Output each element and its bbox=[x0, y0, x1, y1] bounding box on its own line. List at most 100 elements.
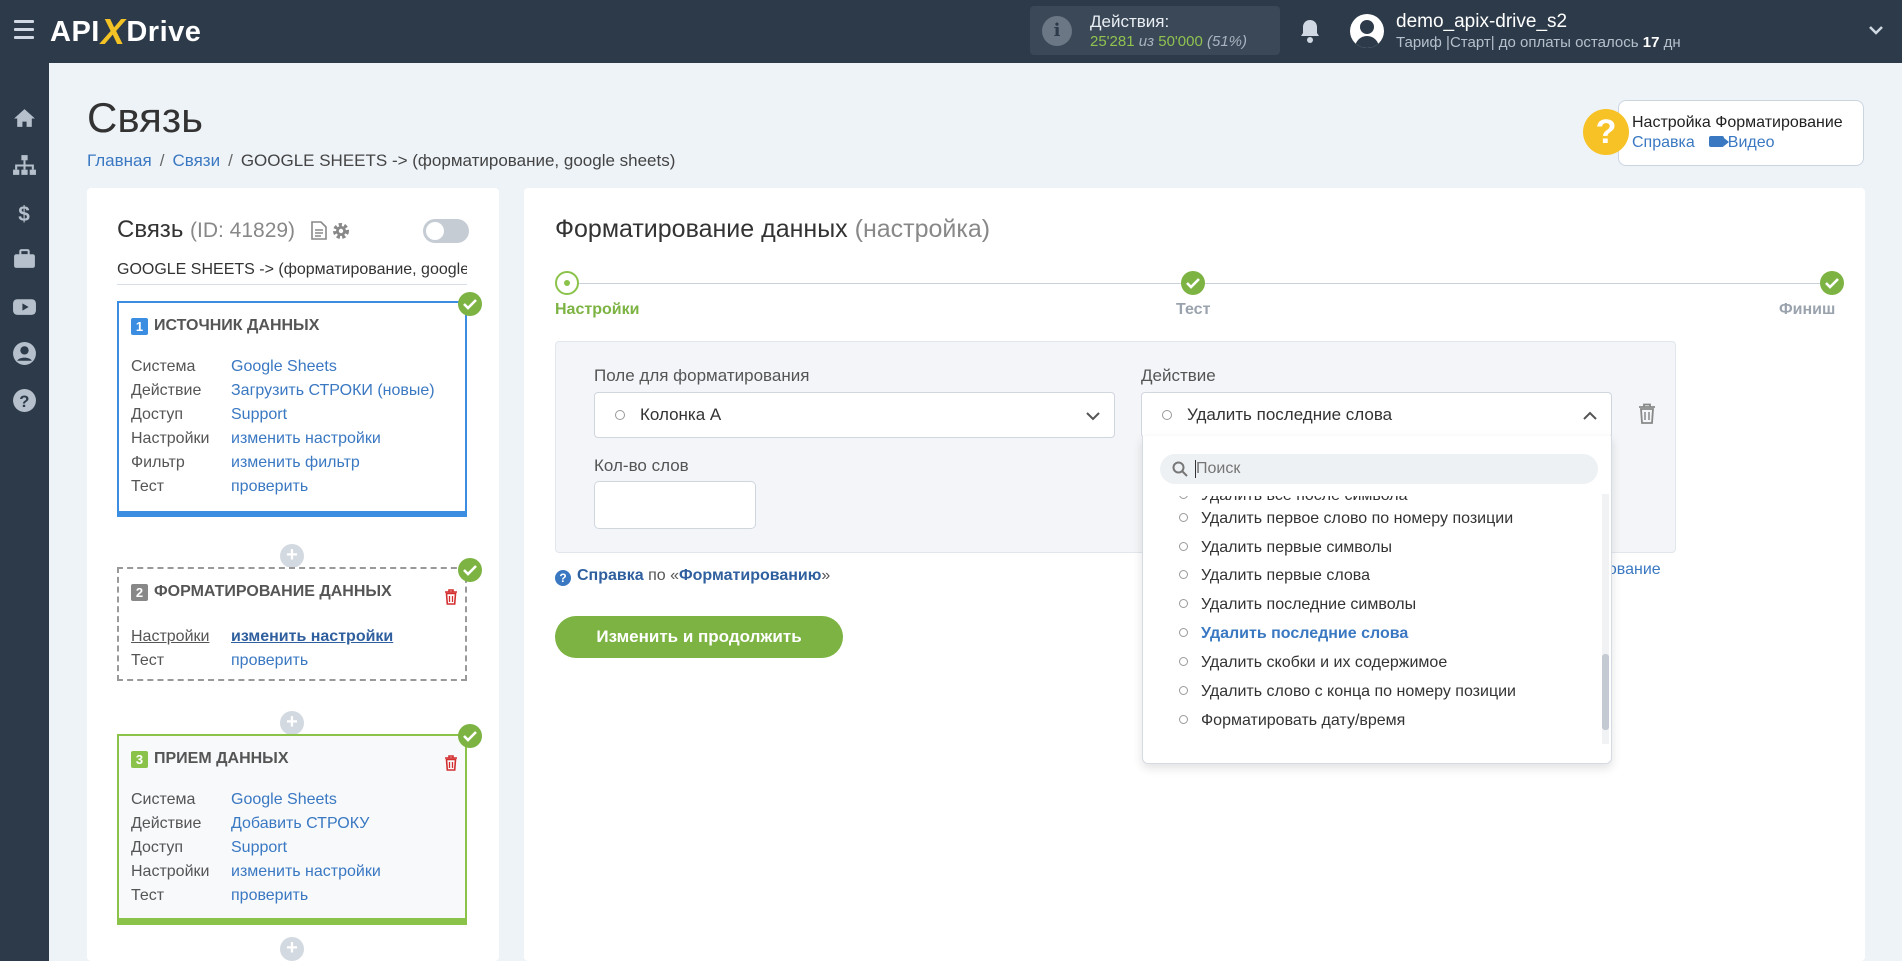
actions-total: 50'000 bbox=[1158, 33, 1203, 50]
trash-icon[interactable] bbox=[444, 755, 458, 771]
info-icon: i bbox=[1042, 16, 1072, 46]
actions-counter: i Действия: 25'281 из 50'000 (51%) bbox=[1030, 6, 1280, 55]
connection-panel: Связь (ID: 41829) GOOGLE SHEETS -> (форм… bbox=[87, 188, 499, 961]
dropdown-option[interactable]: Удалить скобки и их содержимое bbox=[1179, 651, 1447, 675]
target-settings-link[interactable]: изменить настройки bbox=[231, 860, 381, 884]
page-title: Связь bbox=[87, 94, 204, 141]
step-title: ПРИЕМ ДАННЫХ bbox=[154, 750, 289, 767]
progress-node-settings bbox=[555, 271, 579, 295]
trash-icon[interactable] bbox=[444, 589, 458, 605]
sitemap-icon[interactable] bbox=[12, 153, 37, 178]
format-test-link[interactable]: проверить bbox=[231, 649, 308, 673]
dropdown-option[interactable]: Удалить первые слова bbox=[1179, 564, 1370, 588]
dropdown-search[interactable] bbox=[1160, 454, 1598, 484]
logo-text-left: API bbox=[50, 15, 100, 48]
step-number: 3 bbox=[131, 750, 148, 768]
plan-days: 17 bbox=[1642, 34, 1660, 51]
help-box: Настройка Форматирование Справка Видео bbox=[1618, 100, 1864, 166]
target-action-link[interactable]: Добавить СТРОКУ bbox=[231, 812, 369, 836]
dollar-icon[interactable]: $ bbox=[12, 200, 37, 225]
avatar[interactable] bbox=[1350, 14, 1384, 48]
user-circle-icon[interactable] bbox=[12, 341, 37, 366]
dropdown-option-selected[interactable]: Удалить последние слова bbox=[1179, 622, 1408, 646]
top-bar: API X Drive i Действия: 25'281 из 50'000 (… bbox=[0, 0, 1902, 63]
target-check-icon bbox=[458, 724, 482, 748]
breadcrumb-home[interactable]: Главная bbox=[87, 151, 152, 170]
briefcase-icon[interactable] bbox=[12, 247, 37, 272]
step-row: Действие Добавить СТРОКУ bbox=[131, 812, 381, 836]
add-step-button[interactable]: + bbox=[280, 711, 304, 735]
document-icon[interactable] bbox=[311, 221, 327, 240]
field-select[interactable]: Колонка A bbox=[594, 392, 1115, 438]
source-action-link[interactable]: Загрузить СТРОКИ (новые) bbox=[231, 379, 435, 403]
dropdown-option[interactable]: Удалить последние символы bbox=[1179, 593, 1416, 617]
help-question-icon: ? bbox=[1583, 109, 1629, 155]
field-label: Поле для форматирования bbox=[594, 366, 810, 385]
source-filter-link[interactable]: изменить фильтр bbox=[231, 451, 360, 475]
home-icon[interactable] bbox=[12, 106, 37, 131]
format-step-card[interactable]: 2 ФОРМАТИРОВАНИЕ ДАННЫХ Настройки изменит… bbox=[117, 567, 467, 681]
target-system-link[interactable]: Google Sheets bbox=[231, 788, 337, 812]
step-number: 1 bbox=[131, 317, 148, 335]
action-dropdown: Удалить все после символа Удалить первое… bbox=[1142, 436, 1612, 764]
help-formatting-link[interactable]: Форматированию bbox=[679, 567, 821, 584]
logo-text-right: Drive bbox=[126, 15, 202, 48]
bell-icon[interactable] bbox=[1298, 18, 1322, 44]
connection-name[interactable]: GOOGLE SHEETS -> (форматирование, google… bbox=[117, 261, 467, 279]
plan-text: Тариф |Старт| до оплаты осталось bbox=[1396, 34, 1639, 51]
logo[interactable]: API X Drive bbox=[50, 11, 202, 52]
source-test-link[interactable]: проверить bbox=[231, 475, 308, 499]
source-access-link[interactable]: Support bbox=[231, 403, 287, 427]
video-link[interactable]: Видео bbox=[1728, 134, 1775, 151]
word-count-input[interactable] bbox=[594, 481, 756, 529]
help-prefix-link[interactable]: Справка bbox=[577, 567, 644, 584]
progress-label-finish: Финиш bbox=[1779, 301, 1836, 318]
youtube-icon[interactable] bbox=[12, 294, 37, 319]
add-step-button[interactable]: + bbox=[280, 937, 304, 961]
format-settings-link[interactable]: изменить настройки bbox=[231, 625, 393, 649]
chevron-down-icon[interactable] bbox=[1868, 22, 1884, 38]
help-link[interactable]: Справка bbox=[1632, 134, 1695, 151]
add-step-button[interactable]: + bbox=[280, 544, 304, 568]
connection-title-text: Связь bbox=[117, 216, 184, 243]
delete-rule-icon[interactable] bbox=[1638, 403, 1656, 425]
target-step-card[interactable]: 3 ПРИЕМ ДАННЫХ Система Google Sheets Дейс… bbox=[117, 734, 467, 925]
source-system-link[interactable]: Google Sheets bbox=[231, 355, 337, 379]
question-circle-icon[interactable]: ? bbox=[12, 388, 37, 413]
dropdown-option[interactable]: Удалить слово с конца по номеру позиции bbox=[1179, 680, 1516, 704]
gear-icon[interactable] bbox=[331, 221, 351, 241]
main-title: Форматирование данных (настройка) bbox=[555, 215, 991, 243]
scrollbar-thumb[interactable] bbox=[1602, 654, 1609, 730]
dropdown-option[interactable]: Удалить первые символы bbox=[1179, 536, 1392, 560]
actions-value: 25'281 из 50'000 (51%) bbox=[1090, 33, 1247, 50]
step-row: Доступ Support bbox=[131, 403, 435, 427]
save-continue-button[interactable]: Изменить и продолжить bbox=[555, 616, 843, 658]
target-access-link[interactable]: Support bbox=[231, 836, 287, 860]
breadcrumb-connections[interactable]: Связи bbox=[172, 151, 220, 170]
menu-icon[interactable] bbox=[14, 20, 34, 39]
source-step-header: 1 ИСТОЧНИК ДАННЫХ bbox=[131, 317, 319, 335]
action-select-value: Удалить последние слова bbox=[1187, 405, 1393, 424]
search-input[interactable] bbox=[1196, 456, 1586, 482]
question-circle-icon: ? bbox=[555, 570, 571, 586]
format-check-icon bbox=[458, 558, 482, 582]
breadcrumb-current: GOOGLE SHEETS -> (форматирование, google… bbox=[240, 151, 676, 170]
search-icon bbox=[1172, 461, 1188, 477]
option-list: Удалить все после символа Удалить первое… bbox=[1143, 496, 1601, 751]
step-row: Действие Загрузить СТРОКИ (новые) bbox=[131, 379, 435, 403]
source-step-card[interactable]: 1 ИСТОЧНИК ДАННЫХ Система Google Sheets Д… bbox=[117, 301, 467, 517]
actions-used: 25'281 bbox=[1090, 33, 1135, 50]
connection-title: Связь (ID: 41829) bbox=[117, 216, 295, 244]
source-settings-link[interactable]: изменить настройки bbox=[231, 427, 381, 451]
progress-label-test: Тест bbox=[1176, 301, 1211, 318]
help-line: ? Справка по «Форматированию» bbox=[555, 567, 830, 586]
dropdown-option[interactable]: Форматировать дату/время bbox=[1179, 709, 1405, 733]
dropdown-option[interactable]: Удалить первое слово по номеру позиции bbox=[1179, 507, 1513, 531]
connection-id: (ID: 41829) bbox=[190, 219, 296, 242]
user-name[interactable]: demo_apix-drive_s2 bbox=[1396, 11, 1567, 33]
actions-percent: (51%) bbox=[1207, 33, 1248, 50]
connection-toggle[interactable] bbox=[423, 219, 469, 243]
target-test-link[interactable]: проверить bbox=[231, 884, 308, 908]
help-title: Настройка Форматирование bbox=[1632, 114, 1843, 131]
action-select[interactable]: Удалить последние слова bbox=[1141, 392, 1612, 438]
